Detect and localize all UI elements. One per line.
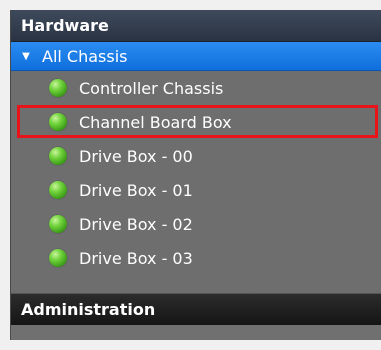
tree-item-drive-box-01[interactable]: Drive Box - 01 xyxy=(11,173,381,207)
collapse-toggle-icon[interactable]: ▼ xyxy=(20,51,32,62)
administration-section-header[interactable]: Administration xyxy=(11,293,381,325)
status-ok-icon xyxy=(49,249,67,267)
tree-item-drive-box-02[interactable]: Drive Box - 02 xyxy=(11,207,381,241)
status-ok-icon xyxy=(49,215,67,233)
hardware-section-label: Hardware xyxy=(21,16,109,35)
tree-item-all-chassis[interactable]: ▼ All Chassis xyxy=(11,42,381,71)
tree-item-label: Drive Box - 03 xyxy=(79,248,193,268)
tree-item-controller-chassis[interactable]: Controller Chassis xyxy=(11,71,381,105)
panel-bottom-strip xyxy=(11,325,381,340)
status-ok-icon xyxy=(49,147,67,165)
navigation-panel: Hardware ▼ All Chassis Controller Chassi… xyxy=(10,10,381,340)
tree-item-label: All Chassis xyxy=(42,46,128,66)
status-ok-icon xyxy=(49,113,67,131)
tree-item-channel-board-box[interactable]: Channel Board Box xyxy=(11,105,381,139)
tree-item-drive-box-03[interactable]: Drive Box - 03 xyxy=(11,241,381,275)
tree-item-drive-box-00[interactable]: Drive Box - 00 xyxy=(11,139,381,173)
status-ok-icon xyxy=(49,79,67,97)
tree-item-label: Drive Box - 00 xyxy=(79,146,193,166)
hardware-section-header[interactable]: Hardware xyxy=(11,10,381,42)
tree-item-label: Channel Board Box xyxy=(79,112,232,132)
tree-item-label: Drive Box - 02 xyxy=(79,214,193,234)
administration-section-label: Administration xyxy=(21,300,156,319)
tree-item-label: Drive Box - 01 xyxy=(79,180,193,200)
status-ok-icon xyxy=(49,181,67,199)
tree-item-label: Controller Chassis xyxy=(79,78,224,98)
